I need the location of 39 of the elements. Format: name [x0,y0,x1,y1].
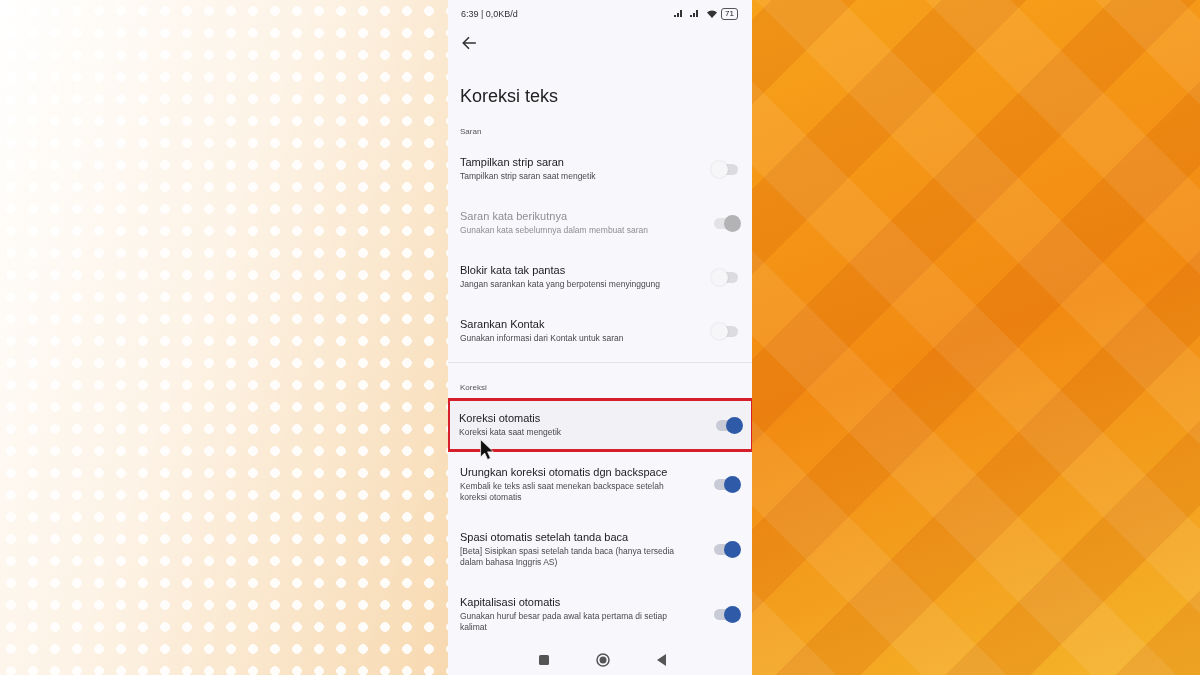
toggle-switch[interactable] [716,419,740,431]
home-nav-icon[interactable] [596,653,610,667]
toggle-switch[interactable] [714,609,738,620]
setting-description: Gunakan informasi dari Kontak untuk saran [460,333,624,344]
setting-description: Gunakan huruf besar pada awal kata pertama di setiap kalimat [460,611,668,633]
toggle-switch[interactable] [714,325,738,337]
setting-description: Jangan sarankan kata yang berpotensi menyinggung [460,279,660,290]
setting-row[interactable]: Tampilkan strip saran Tampilkan strip saran saat mengetik [448,142,752,196]
setting-description: Koreksi kata saat mengetik [459,427,562,438]
setting-title: Spasi otomatis setelah tanda baca [460,531,630,544]
toggle-switch[interactable] [714,479,738,490]
square-nav-icon[interactable] [536,653,551,667]
page-title: Koreksi teks [459,86,560,107]
toggle-switch[interactable] [714,163,738,175]
setting-row[interactable]: Spasi otomatis setelah tanda baca [Beta] Sisipkan spasi setelah tanda baca (hanya tersedia dalam bahasa Inggris AS) [448,517,752,582]
setting-row[interactable]: Blokir kata tak pantas Jangan sarankan kata yang berpotensi menyinggung [448,250,752,304]
setting-title: Urungkan koreksi otomatis dgn backspace [460,466,669,479]
back-arrow-icon[interactable] [461,35,477,51]
setting-row[interactable]: Urungkan koreksi otomatis dgn backspace Kembali ke teks asli saat menekan backspace setelah koreksi otomatis [448,452,752,517]
section-header: Saran [459,126,483,138]
toggle-switch[interactable] [714,271,738,283]
setting-row[interactable]: Sarankan Kontak Gunakan informasi dari Kontak untuk saran [448,304,752,358]
setting-description: Gunakan kata sebelumnya dalam membuat saran [460,225,649,236]
section-header: Koreksi [459,382,488,394]
battery-level: 71 [721,8,738,20]
status-time: 6:39 | 0,0KB/d [461,9,518,19]
setting-title: Blokir kata tak pantas [460,264,567,277]
setting-row[interactable]: Kapitalisasi otomatis Gunakan huruf besar pada awal kata pertama di setiap kalimat [448,582,752,647]
setting-title: Koreksi otomatis [459,412,542,425]
toggle-switch[interactable] [714,544,738,555]
setting-description: Kembali ke teks asli saat menekan backspace setelah koreksi otomatis [460,481,665,503]
wifi-icon [707,10,718,18]
setting-title: Kapitalisasi otomatis [460,596,562,609]
mouse-pointer-icon [480,439,494,460]
setting-description: Tampilkan strip saran saat mengetik [460,171,596,182]
setting-title: Sarankan Kontak [460,318,546,331]
setting-description: [Beta] Sisipkan spasi setelah tanda baca (hanya tersedia dalam bahasa Inggris AS) [460,546,676,568]
setting-title: Tampilkan strip saran [460,156,565,169]
setting-title: Saran kata berikutnya [460,210,568,223]
